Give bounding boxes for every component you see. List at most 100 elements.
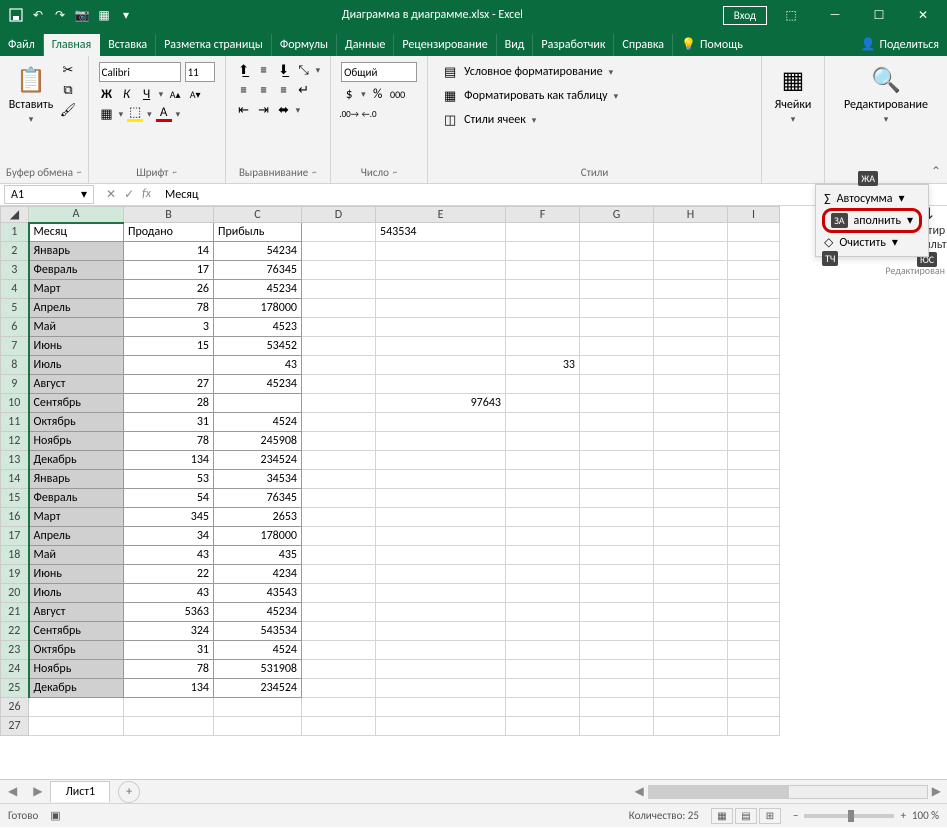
cell[interactable] — [580, 337, 654, 356]
cell[interactable] — [580, 508, 654, 527]
cell[interactable] — [580, 698, 654, 717]
cell[interactable] — [302, 584, 376, 603]
cell[interactable] — [376, 546, 506, 565]
cell[interactable] — [728, 375, 780, 394]
cell[interactable] — [506, 280, 580, 299]
cell-styles-button[interactable]: ◫Стили ячеек▾ — [438, 110, 540, 130]
cell[interactable]: 5363 — [124, 603, 214, 622]
cell[interactable]: Июнь — [29, 337, 124, 356]
cell[interactable] — [302, 451, 376, 470]
cell[interactable]: 245908 — [214, 432, 302, 451]
confirm-entry-icon[interactable]: ✓ — [124, 187, 134, 202]
cell[interactable]: Январь — [29, 470, 124, 489]
cell[interactable]: 45234 — [214, 603, 302, 622]
cell[interactable]: Февраль — [29, 489, 124, 508]
cell[interactable] — [376, 432, 506, 451]
cell[interactable] — [728, 679, 780, 698]
row-header[interactable]: 23 — [1, 641, 29, 660]
cell[interactable] — [302, 356, 376, 375]
worksheet-area[interactable]: ◢ABCDEFGHI1МесяцПроданоПрибыль5435342Янв… — [0, 206, 947, 779]
cell[interactable] — [506, 565, 580, 584]
cell[interactable] — [580, 527, 654, 546]
align-left-icon[interactable]: ≡ — [236, 82, 252, 98]
cell[interactable] — [654, 717, 728, 736]
row-header[interactable]: 13 — [1, 451, 29, 470]
view-page-break-icon[interactable]: ⊞ — [759, 808, 781, 824]
cell[interactable] — [506, 641, 580, 660]
cell[interactable]: 234524 — [214, 451, 302, 470]
cell[interactable]: 53 — [124, 470, 214, 489]
cell[interactable] — [654, 584, 728, 603]
cell[interactable]: Март — [29, 508, 124, 527]
cell[interactable] — [728, 318, 780, 337]
cell[interactable]: 435 — [214, 546, 302, 565]
orientation-icon[interactable]: ⤡ — [296, 62, 312, 78]
align-bottom-icon[interactable]: ⬇̲ — [276, 62, 292, 78]
copy-icon[interactable]: ⧉ — [60, 82, 76, 98]
cell[interactable]: 54234 — [214, 242, 302, 261]
column-header-I[interactable]: I — [728, 207, 780, 223]
cell[interactable] — [654, 280, 728, 299]
cut-icon[interactable]: ✂ — [60, 62, 76, 78]
tab-insert[interactable]: Вставка — [100, 34, 156, 56]
row-header[interactable]: 4 — [1, 280, 29, 299]
border-icon[interactable]: ▦ — [99, 106, 115, 122]
cell[interactable] — [654, 660, 728, 679]
row-header[interactable]: 14 — [1, 470, 29, 489]
clear-button[interactable]: ◇Очистить▾ — [822, 233, 922, 252]
cell[interactable] — [506, 660, 580, 679]
cell[interactable] — [580, 660, 654, 679]
cell[interactable] — [654, 603, 728, 622]
align-center-icon[interactable]: ≡ — [256, 82, 272, 98]
row-header[interactable]: 24 — [1, 660, 29, 679]
cell[interactable] — [654, 546, 728, 565]
cell[interactable] — [376, 356, 506, 375]
cell[interactable] — [302, 698, 376, 717]
cell[interactable]: 31 — [124, 641, 214, 660]
cell[interactable]: 31 — [124, 413, 214, 432]
format-painter-icon[interactable]: 🖌 — [60, 102, 76, 118]
column-header-G[interactable]: G — [580, 207, 654, 223]
cells-button[interactable]: ▦ Ячейки ▾ — [768, 60, 818, 129]
cell[interactable] — [654, 413, 728, 432]
cell[interactable]: 134 — [124, 679, 214, 698]
tab-file[interactable]: Файл — [0, 34, 44, 56]
cell[interactable] — [654, 527, 728, 546]
cell[interactable] — [376, 451, 506, 470]
row-header[interactable]: 15 — [1, 489, 29, 508]
cell[interactable]: 543534 — [214, 622, 302, 641]
cell[interactable] — [580, 565, 654, 584]
cell[interactable] — [728, 394, 780, 413]
cell[interactable] — [376, 337, 506, 356]
cell[interactable] — [580, 394, 654, 413]
row-header[interactable]: 10 — [1, 394, 29, 413]
cell[interactable] — [728, 413, 780, 432]
cell[interactable]: Май — [29, 546, 124, 565]
cell[interactable] — [506, 375, 580, 394]
cell[interactable]: Июль — [29, 584, 124, 603]
cell[interactable] — [302, 375, 376, 394]
cell[interactable] — [376, 318, 506, 337]
camera-icon[interactable]: 📷 — [74, 7, 90, 23]
align-top-icon[interactable]: ⬆̲ — [236, 62, 252, 78]
view-page-layout-icon[interactable]: ▤ — [735, 808, 757, 824]
cell[interactable] — [214, 394, 302, 413]
tab-page-layout[interactable]: Разметка страницы — [156, 34, 272, 56]
row-header[interactable]: 19 — [1, 565, 29, 584]
cell[interactable]: Прибыль — [214, 223, 302, 242]
ribbon-display-icon[interactable]: ⬚ — [771, 0, 811, 30]
cell[interactable] — [654, 679, 728, 698]
cell[interactable] — [506, 337, 580, 356]
cell[interactable]: 4524 — [214, 413, 302, 432]
percent-icon[interactable]: % — [370, 86, 386, 102]
cell[interactable] — [302, 318, 376, 337]
row-header[interactable]: 1 — [1, 223, 29, 242]
cell[interactable]: 45234 — [214, 280, 302, 299]
cell[interactable] — [728, 546, 780, 565]
cell[interactable] — [580, 318, 654, 337]
cell[interactable] — [376, 679, 506, 698]
cell[interactable]: 14 — [124, 242, 214, 261]
cell[interactable] — [654, 242, 728, 261]
cell[interactable] — [302, 622, 376, 641]
cell[interactable]: 33 — [506, 356, 580, 375]
